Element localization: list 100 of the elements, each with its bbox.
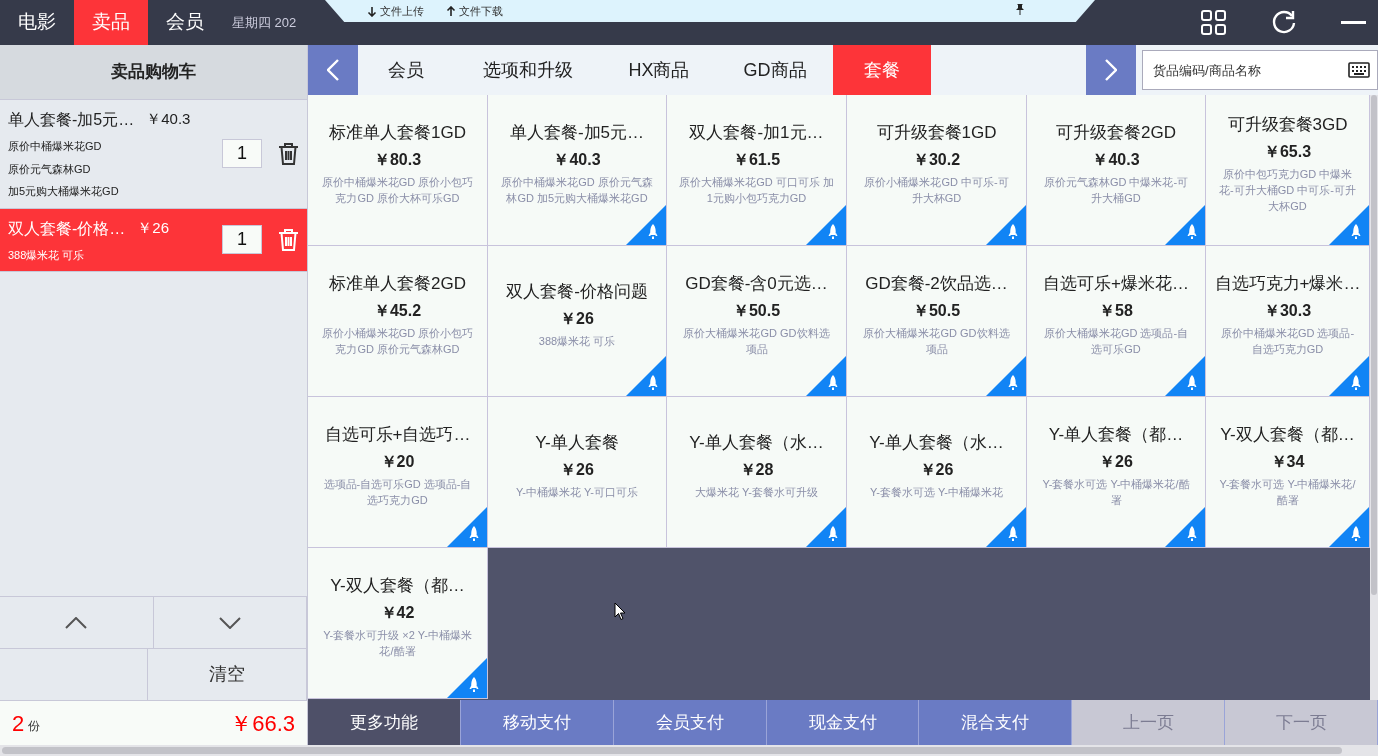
product-description: Y-套餐水可选 Y-中桶爆米花/酷署 (1218, 476, 1357, 508)
product-description: Y-套餐水可选 Y-中桶爆米花 (869, 484, 1003, 500)
product-name: 标准单人套餐1GD (329, 122, 466, 145)
item-option: 加5元购大桶爆米花GD (8, 183, 212, 200)
product-price: ￥80.3 (373, 149, 422, 170)
product-tile[interactable]: Y-双人套餐（都… ￥34 Y-套餐水可选 Y-中桶爆米花/酷署 (1206, 397, 1370, 548)
product-description: 原价大桶爆米花GD 可口可乐 加1元购小包巧克力GD (679, 174, 834, 206)
product-tile[interactable]: 双人套餐-加1元… ￥61.5 原价大桶爆米花GD 可口可乐 加1元购小包巧克力GD (667, 95, 847, 246)
cart-title: 卖品购物车 (0, 45, 307, 100)
product-tile[interactable]: Y-双人套餐（都… ￥42 Y-套餐水可升级 ×2 Y-中桶爆米花/酷署 (308, 548, 488, 699)
nav-tab[interactable]: 电影 (0, 0, 74, 45)
product-name: 自选巧克力+爆米… (1214, 273, 1361, 296)
product-price: ￥26 (1099, 451, 1133, 472)
product-description: 原价中包巧克力GD 中爆米花-可升大桶GD 中可乐-可升大杯GD (1218, 166, 1357, 214)
product-name: Y-单人套餐 (535, 432, 619, 455)
product-tile[interactable]: 标准单人套餐1GD ￥80.3 原价中桶爆米花GD 原价小包巧克力GD 原价大杯可乐GD (308, 95, 488, 246)
quantity-field[interactable]: 1 (222, 225, 262, 255)
product-description: 原价小桶爆米花GD 原价小包巧克力GD 原价元气森林GD (320, 325, 475, 357)
product-description: 大爆米花 Y-套餐水可升级 (694, 484, 818, 500)
product-price: ￥20 (380, 451, 415, 472)
product-tile[interactable]: 自选可乐+自选巧… ￥20 选项品-自选可乐GD 选项品-自选巧克力GD (308, 397, 488, 548)
product-price: ￥26 (560, 459, 594, 480)
file-link[interactable]: 文件下载 (446, 2, 503, 20)
product-price: ￥61.5 (732, 149, 781, 170)
product-name: Y-双人套餐（都… (1220, 424, 1355, 447)
product-description: Y-套餐水可升级 ×2 Y-中桶爆米花/酷署 (322, 627, 473, 659)
category-tab[interactable]: HX商品 (601, 45, 717, 95)
quantity-field[interactable]: 1 (222, 139, 262, 169)
search-field[interactable]: 货品编码/商品名称 (1142, 50, 1378, 90)
item-name: 单人套餐-加5元… (8, 110, 135, 130)
product-tile[interactable]: Y-单人套餐（水… ￥28 大爆米花 Y-套餐水可升级 (667, 397, 847, 548)
scrollbar[interactable] (1370, 95, 1378, 700)
action-button[interactable]: 移动支付 (460, 700, 614, 745)
keyboard-icon[interactable] (1348, 62, 1370, 78)
product-description: 原价大桶爆米花GD 选项品-自选可乐GD (1042, 325, 1190, 357)
product-tile[interactable]: 自选可乐+爆米花… ￥58 原价大桶爆米花GD 选项品-自选可乐GD (1027, 246, 1206, 397)
product-price: ￥34 (1270, 451, 1305, 472)
scrollbar[interactable] (0, 745, 1378, 756)
product-price: ￥42 (380, 602, 415, 623)
product-tile[interactable]: Y-单人套餐 ￥26 Y-中桶爆米花 Y-可口可乐 (488, 397, 667, 548)
product-tile[interactable]: 自选巧克力+爆米… ￥30.3 原价中桶爆米花GD 选项品-自选巧克力GD (1206, 246, 1370, 397)
product-name: Y-双人套餐（都… (330, 575, 465, 598)
product-name: 双人套餐-加1元… (689, 122, 824, 145)
product-tile[interactable]: GD套餐-含0元选… ￥50.5 原价大桶爆米花GD GD饮料选项品 (667, 246, 847, 397)
next-button[interactable] (1086, 45, 1136, 95)
product-description: 原价元气森林GD 中爆米花-可升大桶GD (1042, 174, 1190, 206)
product-tile[interactable]: 可升级套餐2GD ￥40.3 原价元气森林GD 中爆米花-可升大桶GD (1027, 95, 1206, 246)
item-option: 388爆米花 可乐 (8, 246, 212, 263)
category-tab[interactable]: GD商品 (717, 45, 833, 95)
refresh-icon[interactable] (1271, 10, 1297, 36)
product-tile[interactable]: Y-单人套餐（都… ￥26 Y-套餐水可选 Y-中桶爆米花/酷署 (1027, 397, 1206, 548)
product-name: Y-单人套餐（水… (689, 432, 824, 455)
previous-button[interactable] (308, 45, 358, 95)
product-name: GD套餐-含0元选… (685, 273, 828, 296)
action-button[interactable]: 会员支付 (613, 700, 767, 745)
cart-item[interactable]: 双人套餐-价格… ￥26 388爆米花 可乐 1 (0, 208, 307, 272)
product-description: 原价小桶爆米花GD 中可乐-可升大杯GD (863, 174, 1010, 206)
chevron-down-icon (218, 616, 241, 629)
item-option: 原价中桶爆米花GD (8, 138, 212, 155)
down-arrow-icon (367, 5, 377, 17)
total-amount: ￥66.3 (230, 709, 295, 738)
nav-tab[interactable]: 会员 (148, 0, 222, 45)
action-button[interactable]: 现金支付 (766, 700, 920, 745)
action-button[interactable]: 混合支付 (919, 700, 1073, 745)
product-price: ￥40.3 (1092, 149, 1140, 170)
category-tab[interactable]: 套餐 (833, 45, 931, 95)
product-name: 可升级套餐3GD (1227, 114, 1348, 137)
product-name: 标准单人套餐2GD (329, 273, 466, 296)
product-price: ￥26 (919, 459, 954, 480)
item-price: ￥40.3 (146, 109, 191, 129)
category-tab[interactable]: 会员 (358, 45, 454, 95)
product-tile[interactable]: 单人套餐-加5元… ￥40.3 原价中桶爆米花GD 原价元气森林GD 加5元购大桶爆米花GD (488, 95, 667, 246)
product-price: ￥30.2 (912, 149, 961, 170)
pin-icon[interactable] (1015, 3, 1025, 15)
product-description: 选项品-自选可乐GD 选项品-自选巧克力GD (322, 476, 473, 508)
product-description: 388爆米花 可乐 (538, 333, 616, 349)
product-tile[interactable]: Y-单人套餐（水… ￥26 Y-套餐水可选 Y-中桶爆米花 (847, 397, 1027, 548)
product-tile[interactable]: 双人套餐-价格问题 ￥26 388爆米花 可乐 (488, 246, 667, 397)
product-price: ￥50.5 (912, 300, 961, 321)
product-description: Y-中桶爆米花 Y-可口可乐 (515, 484, 638, 500)
product-description: 原价中桶爆米花GD 原价小包巧克力GD 原价大杯可乐GD (320, 174, 475, 206)
product-description: Y-套餐水可选 Y-中桶爆米花/酷署 (1041, 476, 1191, 508)
product-tile[interactable]: 可升级套餐1GD ￥30.2 原价小桶爆米花GD 中可乐-可升大杯GD (847, 95, 1027, 246)
delete-icon[interactable] (278, 142, 299, 166)
chevron-left-icon (327, 59, 339, 81)
product-name: 双人套餐-价格问题 (506, 281, 648, 304)
file-link[interactable]: 文件上传 (367, 2, 424, 20)
product-tile[interactable]: 可升级套餐3GD ￥65.3 原价中包巧克力GD 中爆米花-可升大桶GD 中可乐-可升大杯GD (1206, 95, 1370, 246)
product-description: 原价大桶爆米花GD GD饮料选项品 (682, 325, 831, 357)
category-tab[interactable]: 选项和升级 (454, 45, 601, 95)
product-tile[interactable]: GD套餐-2饮品选… ￥50.5 原价大桶爆米花GD GD饮料选项品 (847, 246, 1027, 397)
product-description: 原价中桶爆米花GD 原价元气森林GD 加5元购大桶爆米花GD (500, 174, 654, 206)
product-name: GD套餐-2饮品选… (865, 273, 1008, 296)
mouse-cursor-icon (614, 602, 626, 621)
product-name: 单人套餐-加5元… (509, 122, 645, 145)
grid-icon[interactable] (1201, 10, 1226, 35)
nav-tab[interactable]: 卖品 (74, 0, 148, 45)
product-name: 自选可乐+自选巧… (324, 424, 471, 447)
product-tile[interactable]: 标准单人套餐2GD ￥45.2 原价小桶爆米花GD 原价小包巧克力GD 原价元气森林GD (308, 246, 488, 397)
cart-item[interactable]: 单人套餐-加5元… ￥40.3 原价中桶爆米花GD 原价元气森林GD 加5元购大桶爆米花GD 1 (0, 100, 307, 209)
